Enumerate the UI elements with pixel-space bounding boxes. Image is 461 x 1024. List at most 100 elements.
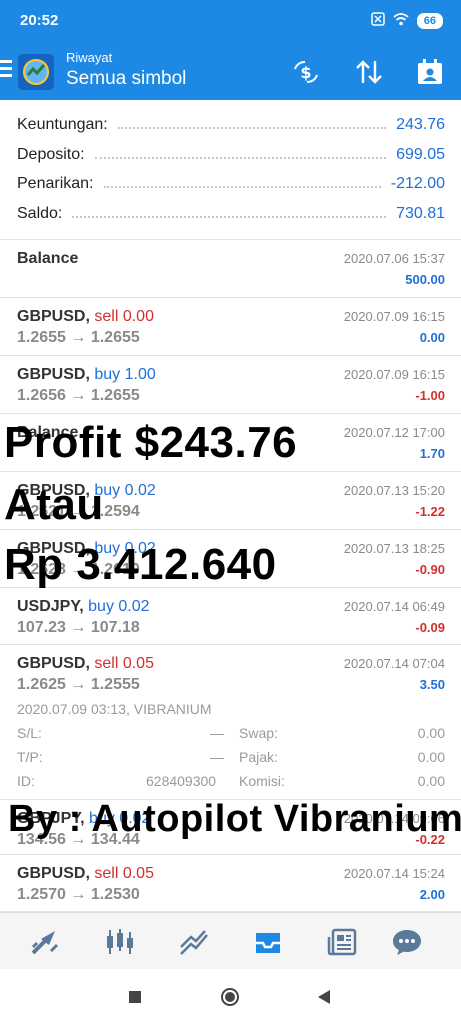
app-toolbar: Riwayat Semua simbol $: [0, 42, 461, 100]
row-prices: 1.2655 → 1.2655: [17, 329, 140, 346]
dotted-leader: [94, 151, 387, 159]
status-icons: 66: [371, 12, 443, 29]
row-time: 2020.07.12 17:00: [343, 425, 445, 440]
row-time: 2020.07.14 15:24: [343, 866, 445, 881]
toolbar-titles[interactable]: Riwayat Semua simbol: [66, 50, 186, 90]
battery-indicator: 66: [416, 12, 443, 29]
row-profit: -0.09: [415, 620, 445, 635]
row-symbol: GBPUSD, sell 0.00: [17, 308, 154, 326]
row-time: 2020.07.09 16:15: [343, 367, 445, 382]
chat-icon[interactable]: [390, 925, 424, 959]
system-navigation: [0, 969, 461, 1024]
row-volume: 0.02: [118, 598, 150, 615]
overlay-or-text: Atau: [4, 480, 104, 529]
summary-withdrawal-label: Penarikan:: [17, 175, 94, 192]
row-profit: -0.90: [415, 562, 445, 577]
detail-swap-label: Swap:: [239, 725, 278, 741]
row-symbol: GBPUSD, sell 0.05: [17, 655, 154, 673]
home-icon[interactable]: [220, 987, 240, 1007]
detail-open-info: 2020.07.09 03:13, VIBRANIUM: [17, 701, 212, 717]
summary-deposit-value: 699.05: [396, 146, 445, 163]
account-summary: Keuntungan: 243.76 Deposito: 699.05 Pena…: [0, 100, 461, 240]
row-profit: 500.00: [405, 272, 445, 287]
row-time: 2020.07.06 15:37: [343, 251, 445, 266]
quotes-icon[interactable]: [28, 925, 62, 959]
currency-filter-icon[interactable]: $: [288, 54, 324, 90]
row-time: 2020.07.14 07:04: [343, 656, 445, 671]
app-logo: [18, 54, 54, 90]
trade-icon[interactable]: [177, 925, 211, 959]
row-volume: 0.05: [122, 865, 154, 882]
row-side: sell: [94, 655, 119, 672]
row-profit: 2.00: [419, 887, 445, 902]
bottom-navigation: [0, 912, 461, 969]
row-prices: 1.2570 → 1.2530: [17, 886, 140, 903]
summary-profit-label: Keuntungan:: [17, 116, 108, 133]
detail-tp-value: —: [210, 749, 224, 765]
status-time: 20:52: [20, 12, 59, 29]
row-time: 2020.07.14 06:49: [343, 599, 445, 614]
menu-icon[interactable]: [0, 60, 12, 82]
detail-tax-label: Pajak:: [239, 749, 278, 765]
row-time: 2020.07.13 15:20: [343, 483, 445, 498]
status-bar: 20:52 66: [0, 0, 461, 42]
history-row-deal[interactable]: GBPUSD, sell 0.05 1.2570 → 1.2530 2020.0…: [0, 855, 461, 912]
detail-id-label: ID:: [17, 773, 35, 789]
row-symbol: USDJPY, buy 0.02: [17, 598, 150, 616]
history-row-deal[interactable]: USDJPY, buy 0.02 107.23 → 107.18 2020.07…: [0, 588, 461, 645]
row-profit: 1.70: [419, 446, 445, 461]
row-volume: 0.05: [122, 655, 154, 672]
dotted-leader: [103, 180, 381, 188]
detail-commission-label: Komisi:: [239, 773, 285, 789]
row-symbol-name: GBPUSD,: [17, 865, 90, 882]
chart-icon[interactable]: [103, 925, 137, 959]
row-time: 2020.07.13 18:25: [343, 541, 445, 556]
row-symbol-name: USDJPY,: [17, 598, 84, 615]
detail-sl-label: S/L:: [17, 725, 42, 741]
history-row-balance[interactable]: Balance 2020.07.06 15:37 500.00: [0, 240, 461, 298]
detail-id-value: 628409300: [146, 773, 217, 789]
summary-balance-row: Saldo: 730.81: [17, 201, 445, 227]
overlay-profit-text: Profit $243.76: [4, 418, 298, 467]
sort-icon[interactable]: [351, 54, 387, 90]
row-symbol: Balance: [17, 250, 79, 267]
wifi-icon: [393, 12, 409, 29]
summary-profit-row: Keuntungan: 243.76: [17, 112, 445, 138]
history-row-expanded[interactable]: GBPUSD, sell 0.05 1.2625 → 1.2555 2020.0…: [0, 645, 461, 800]
row-symbol-name: GBPUSD,: [17, 308, 90, 325]
detail-sl-value: —: [210, 725, 224, 741]
detail-swap-value: 0.00: [417, 725, 445, 741]
row-symbol: GBPUSD, buy 1.00: [17, 366, 156, 384]
history-icon[interactable]: [251, 925, 285, 959]
summary-deposit-row: Deposito: 699.05: [17, 142, 445, 168]
row-prices: 1.2625 → 1.2555: [17, 676, 140, 693]
dotted-leader: [72, 210, 387, 218]
row-prices: 107.23 → 107.18: [17, 619, 140, 636]
row-side: sell: [94, 865, 119, 882]
calendar-icon[interactable]: [412, 54, 448, 90]
row-volume: 0.02: [124, 482, 156, 499]
detail-tax-value: 0.00: [417, 749, 445, 765]
dotted-leader: [117, 121, 387, 129]
summary-profit-value: 243.76: [396, 116, 445, 133]
svg-text:$: $: [300, 63, 311, 82]
detail-tp-label: T/P:: [17, 749, 43, 765]
row-volume: 1.00: [124, 366, 156, 383]
back-icon[interactable]: [314, 987, 334, 1007]
overlay-rupiah-text: Rp 3.412.640: [4, 540, 277, 589]
row-profit: -1.00: [415, 388, 445, 403]
history-row-deal[interactable]: GBPUSD, sell 0.00 1.2655 → 1.2655 2020.0…: [0, 298, 461, 356]
row-symbol-name: GBPUSD,: [17, 655, 90, 672]
toolbar-title: Semua simbol: [66, 68, 187, 89]
no-sim-icon: [371, 12, 385, 29]
summary-balance-value: 730.81: [396, 205, 445, 222]
row-time: 2020.07.09 16:15: [343, 309, 445, 324]
row-side: buy: [88, 598, 114, 615]
summary-withdrawal-row: Penarikan: -212.00: [17, 171, 445, 197]
row-profit: -1.22: [415, 504, 445, 519]
detail-commission-value: 0.00: [417, 773, 445, 789]
history-row-deal[interactable]: GBPUSD, buy 1.00 1.2656 → 1.2655 2020.07…: [0, 356, 461, 414]
recent-apps-icon[interactable]: [125, 987, 145, 1007]
row-profit: 3.50: [419, 677, 445, 692]
news-icon[interactable]: [325, 925, 359, 959]
